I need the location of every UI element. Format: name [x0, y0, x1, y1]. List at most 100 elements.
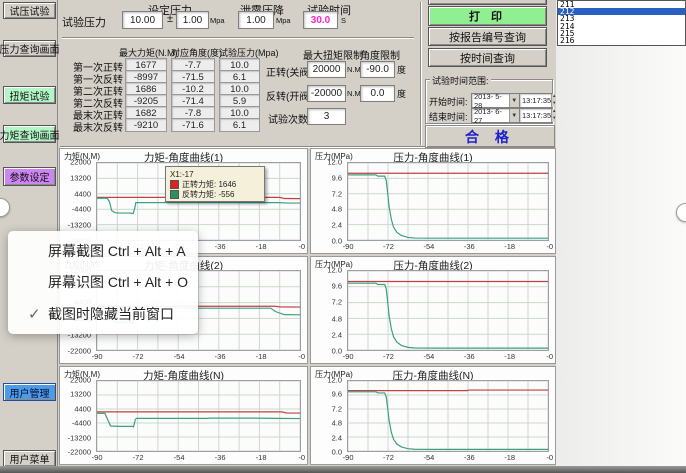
leak-drop-input[interactable]: 1.00: [238, 11, 274, 29]
chart-tooltip: X1:-17正转力矩: 1646反转力矩: -556: [165, 166, 265, 202]
query-by-report-button[interactable]: 按报告编号查询: [428, 27, 547, 46]
chart-plot-area: [347, 270, 549, 351]
xtick: -90: [343, 453, 354, 462]
xtick: -36: [215, 352, 226, 361]
xtick: -90: [343, 242, 354, 251]
sidebar-item-pressure-query[interactable]: 压力查询画面: [3, 40, 56, 57]
limit-forward-label: 正转(关阀): [266, 64, 313, 79]
xtick: -18: [504, 242, 515, 251]
screenshot-context-menu: 屏幕截图 Ctrl + Alt + A 屏幕识图 Ctrl + Alt + O …: [8, 231, 198, 334]
limit-header-torque: 最大扭矩限制: [303, 47, 363, 62]
tooltip-legend-row: 反转力矩: -556: [170, 189, 260, 199]
xtick: -18: [256, 453, 267, 462]
query-by-time-button[interactable]: 按时间查询: [428, 48, 547, 67]
menu-item-screen-capture[interactable]: 屏幕截图 Ctrl + Alt + A: [8, 237, 198, 265]
test-time-input[interactable]: 30.0: [303, 11, 338, 29]
report-list-item[interactable]: 216: [558, 37, 685, 44]
start-time-spinner[interactable]: 13:17:35 ▲▼: [519, 93, 552, 108]
end-time-spinner[interactable]: 13:17:35 ▲▼: [519, 108, 552, 123]
ytick: -22000: [68, 347, 91, 356]
sidebar-item-pressure-test[interactable]: 试压试验: [3, 2, 56, 19]
chart-xticks: -90-72-54-36-18-0: [96, 352, 301, 363]
ytick: -4400: [72, 419, 91, 428]
ytick: 9.6: [332, 282, 342, 291]
ytick: -13200: [68, 433, 91, 442]
report-list-item[interactable]: 215: [558, 30, 685, 37]
sidebar-item-torque-query[interactable]: 力矩查询画面: [3, 125, 56, 143]
limit-forward-angle-input[interactable]: -90.0: [360, 61, 395, 78]
sidebar-item-user-management[interactable]: 用户管理: [3, 383, 56, 401]
end-date-combo[interactable]: 2013- 6-27 ▼: [471, 108, 520, 123]
chart-plot-area: [347, 162, 549, 241]
xtick: -36: [464, 242, 475, 251]
end-date-value: 2013- 6-27: [474, 107, 509, 125]
end-date-dropdown-icon[interactable]: ▼: [509, 109, 520, 122]
xtick: -90: [343, 352, 354, 361]
report-list-item[interactable]: 214: [558, 23, 685, 30]
menu-item-screen-capture-label: 屏幕截图 Ctrl + Alt + A: [48, 241, 186, 261]
report-list-item[interactable]: 211: [558, 1, 685, 8]
test-pressure-label: 试验压力: [62, 14, 106, 30]
start-date-dropdown-icon[interactable]: ▼: [509, 94, 520, 107]
tooltip-legend-row: 正转力矩: 1646: [170, 179, 260, 189]
tooltip-legend-text: 反转力矩: -556: [182, 189, 234, 200]
sidebar-item-parameter-settings[interactable]: 参数设定: [3, 167, 56, 186]
chart-yticks: 22000132004400-4400-13200-22000: [60, 380, 94, 452]
xtick: -18: [504, 453, 515, 462]
end-time-label: 结束时间:: [429, 110, 468, 123]
xtick: -0: [546, 352, 553, 361]
xtick: -36: [464, 453, 475, 462]
xtick: -54: [423, 242, 434, 251]
menu-item-hide-window-label: 截图时隐藏当前窗口: [48, 304, 174, 324]
xtick: -0: [298, 352, 305, 361]
ytick: 12.0: [327, 266, 342, 275]
xtick: -72: [383, 352, 394, 361]
chart-yticks: 12.09.67.24.82.40.0: [311, 270, 345, 351]
legend-swatch-icon: [170, 180, 179, 189]
limit-forward-torque-input[interactable]: 20000: [307, 61, 346, 78]
chart-xticks: -90-72-54-36-18-0: [347, 242, 549, 253]
end-time-value: 13:17:35: [522, 111, 551, 120]
xtick: -36: [215, 242, 226, 251]
menu-item-screen-ocr[interactable]: 屏幕识图 Ctrl + Alt + O: [8, 268, 198, 296]
sidebar-item-torque-test[interactable]: 扭矩试验: [3, 86, 56, 104]
xtick: -54: [423, 453, 434, 462]
report-list-item[interactable]: 212: [558, 8, 685, 15]
chart-pressure-angle-N: 压力(MPa)压力-角度曲线(N)12.09.67.24.82.40.0-90-…: [310, 366, 556, 465]
xtick: -0: [546, 242, 553, 251]
limit-reverse-torque-input[interactable]: -20000: [307, 85, 346, 102]
menu-item-hide-window[interactable]: ✓ 截图时隐藏当前窗口: [8, 300, 198, 328]
sidebar-item-user-menu[interactable]: 用户菜单: [3, 450, 56, 467]
plus-minus-label: ±: [167, 13, 173, 25]
xtick: -72: [383, 242, 394, 251]
ytick: 4.8: [332, 314, 342, 323]
ytick: 9.6: [332, 390, 342, 399]
report-list-item[interactable]: 213: [558, 15, 685, 22]
print-button[interactable]: 打 印: [428, 6, 547, 26]
chart-plot-area: [347, 380, 549, 452]
chart-pressure-angle-1: 压力(MPa)压力-角度曲线(1)12.09.67.24.82.40.0-90-…: [310, 148, 556, 254]
ytick: 13200: [70, 390, 91, 399]
cut-off-button[interactable]: [428, 0, 547, 5]
limit-reverse-angle-input[interactable]: 0.0: [360, 85, 395, 102]
chart-yticks: 12.09.67.24.82.40.0: [311, 162, 345, 241]
ytick: 4.8: [332, 205, 342, 214]
ytick: 2.4: [332, 221, 342, 230]
limit-reverse-angle-unit: 度: [397, 87, 406, 100]
chart-plot-area: [96, 380, 301, 452]
ytick: 7.2: [332, 298, 342, 307]
right-panel: 211212213214215216: [556, 0, 686, 466]
xtick: -18: [256, 352, 267, 361]
legend-swatch-icon: [170, 190, 179, 199]
mpa-unit-1: Mpa: [210, 16, 225, 25]
xtick: -90: [92, 352, 103, 361]
ytick: 2.4: [332, 330, 342, 339]
ytick: -13200: [68, 221, 91, 230]
tolerance-input[interactable]: 1.00: [176, 11, 209, 29]
limit-reverse-torque-unit: N.M: [347, 89, 361, 98]
test-pressure-input[interactable]: 10.00: [122, 11, 163, 29]
test-count-input[interactable]: 3: [307, 108, 346, 125]
ytick: 22000: [70, 158, 91, 167]
limit-header-angle: 角度限制: [360, 47, 400, 62]
xtick: -72: [383, 453, 394, 462]
